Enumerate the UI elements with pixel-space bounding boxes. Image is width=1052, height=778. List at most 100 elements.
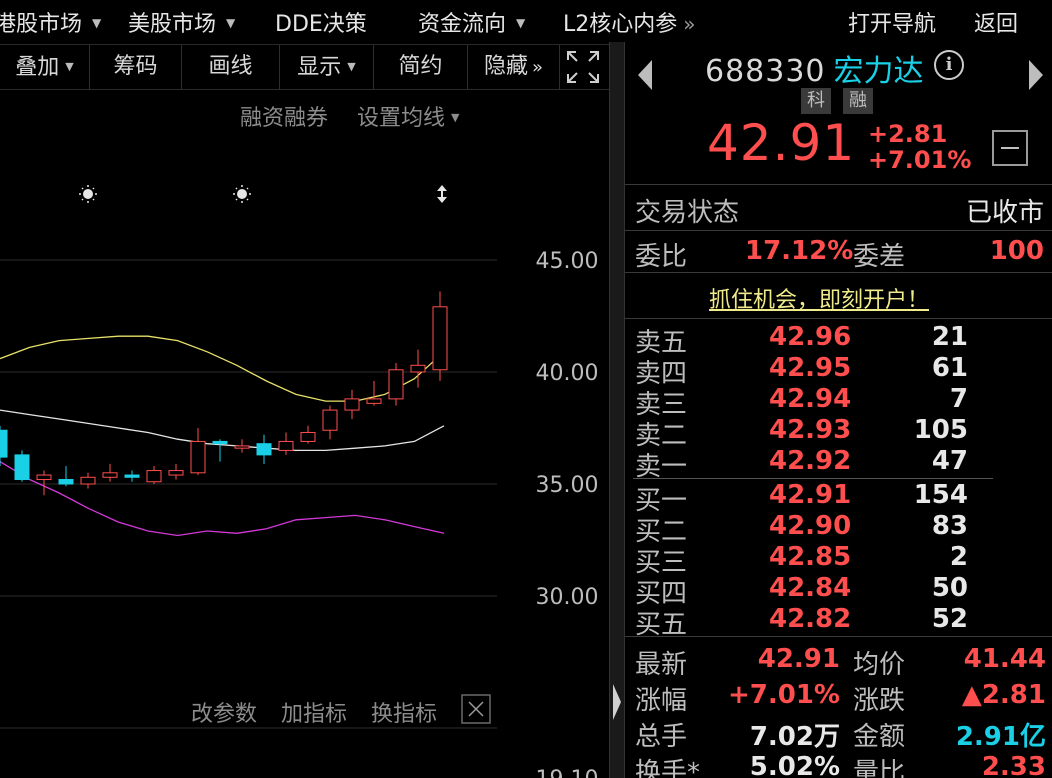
switch-indicator-button[interactable]: 换指标	[371, 696, 437, 728]
ask-volume: 7	[949, 384, 968, 414]
stat-label: 涨幅	[635, 686, 688, 716]
stat-value: 41.44	[963, 644, 1046, 674]
event-markers	[79, 185, 447, 203]
price-change-percent: +7.01%	[868, 146, 972, 174]
chips-button[interactable]: 筹码	[90, 45, 182, 89]
candle-body	[344, 398, 360, 411]
stat-value: 2.91亿	[955, 722, 1046, 752]
ask-price: 42.92	[769, 446, 852, 476]
nav-capital-flow[interactable]: 资金流向 ▼	[418, 6, 525, 38]
collapse-panel-arrow-icon[interactable]	[611, 680, 623, 724]
stat-label: 涨跌	[853, 686, 906, 716]
change-params-button[interactable]: 改参数	[191, 696, 257, 728]
candle-up	[36, 470, 52, 496]
candle-up	[410, 349, 426, 388]
candle-body	[190, 440, 206, 474]
ask-price: 42.94	[769, 384, 852, 414]
price-change: +2.81	[868, 120, 948, 148]
order-book-row: 买三 42.85 2	[625, 542, 1052, 578]
up-down-arrow-icon[interactable]	[437, 185, 447, 203]
dropdown-caret-icon: ▼	[65, 60, 74, 73]
candle-body	[146, 470, 162, 483]
candle-up	[322, 405, 338, 440]
ask-volume: 21	[931, 322, 968, 352]
ask-volume: 105	[913, 415, 968, 445]
separator	[625, 230, 1052, 231]
y-tick-label: 35.00	[536, 473, 599, 498]
add-indicator-button[interactable]: 加指标	[281, 696, 347, 728]
double-chevron-icon: »	[683, 12, 695, 36]
sun-marker-icon[interactable]	[233, 185, 251, 203]
commission-ratio-value: 17.12%	[745, 236, 854, 266]
overlay-button[interactable]: 叠加 ▼	[0, 45, 90, 89]
double-chevron-icon: »	[532, 57, 544, 78]
nav-hk-market[interactable]: 港股市场 ▼	[0, 6, 101, 38]
nav-capital-flow-label: 资金流向	[418, 12, 507, 37]
stock-name[interactable]: 宏力达	[834, 54, 924, 89]
order-book-separator	[633, 478, 993, 479]
nav-dde[interactable]: DDE决策	[275, 6, 367, 38]
remove-from-watchlist-button[interactable]	[992, 130, 1028, 166]
ask-volume: 61	[931, 353, 968, 383]
ask-price: 42.95	[769, 353, 852, 383]
candle-up	[344, 389, 360, 420]
candle-down	[124, 470, 140, 482]
order-book-row: 买一 42.91 154	[625, 480, 1052, 516]
ask-price: 42.96	[769, 322, 852, 352]
candle-body	[432, 306, 448, 371]
next-stock-arrow-icon[interactable]	[1026, 58, 1046, 92]
commission-diff-value: 100	[989, 236, 1044, 266]
bid-volume: 2	[949, 542, 968, 572]
candle-body	[14, 454, 30, 481]
bid-price: 42.82	[769, 604, 852, 634]
candle-body	[168, 470, 184, 476]
candle-up	[388, 363, 404, 406]
candle-body	[124, 474, 140, 478]
stat-value: 2.33	[981, 752, 1046, 778]
close-indicator-icon[interactable]	[461, 694, 491, 724]
indicator-axis-label: 19.10	[536, 767, 599, 778]
display-label: 显示	[297, 55, 342, 80]
dropdown-caret-icon: ▼	[516, 16, 526, 30]
candle-down	[58, 466, 74, 487]
simple-mode-button[interactable]: 简约	[374, 45, 468, 89]
display-button[interactable]: 显示 ▼	[280, 45, 374, 89]
band-middle-line	[0, 409, 445, 452]
y-tick-label: 45.00	[536, 249, 599, 274]
draw-line-button[interactable]: 画线	[182, 45, 280, 89]
commission-diff-label: 委差	[853, 242, 906, 272]
candle-down	[14, 450, 30, 482]
stat-label: 最新	[635, 650, 688, 680]
order-book-row: 卖二 42.93 105	[625, 415, 1052, 451]
candlestick-chart[interactable]: 45.00 40.00 35.00 30.00 19.10	[0, 88, 609, 778]
stat-label: 均价	[853, 650, 906, 680]
bid-price: 42.85	[769, 542, 852, 572]
commission-ratio-label: 委比	[635, 242, 688, 272]
candle-body	[36, 474, 52, 481]
info-icon[interactable]: i	[934, 50, 964, 80]
back-button[interactable]: 返回	[974, 6, 1018, 38]
nav-l2-insider-label: L2核心内参	[563, 12, 678, 37]
candle-body	[58, 479, 74, 485]
nav-hk-market-label: 港股市场	[0, 12, 83, 37]
expand-icon[interactable]	[565, 49, 601, 85]
stat-value: 7.02万	[749, 722, 840, 752]
bid-price: 42.84	[769, 573, 852, 603]
candle-body	[102, 472, 118, 478]
star-market-tag: 科	[801, 88, 831, 114]
candle-body	[212, 440, 228, 445]
overlay-label: 叠加	[15, 55, 60, 80]
hide-button[interactable]: 隐藏»	[468, 45, 560, 89]
nav-us-market[interactable]: 美股市场 ▼	[128, 6, 235, 38]
open-navigation-button[interactable]: 打开导航	[848, 6, 936, 38]
candle-body	[388, 369, 404, 400]
sun-marker-icon[interactable]	[79, 185, 97, 203]
previous-stock-arrow-icon[interactable]	[635, 58, 655, 92]
candle-body	[300, 431, 316, 442]
last-price: 42.91	[707, 114, 856, 172]
nav-l2-insider[interactable]: L2核心内参»	[563, 6, 696, 38]
nav-dde-label: DDE决策	[275, 12, 367, 37]
open-account-promo-link[interactable]: 抓住机会，即刻开户！	[709, 282, 929, 314]
candle-up	[190, 428, 206, 476]
candle-up	[300, 425, 316, 444]
